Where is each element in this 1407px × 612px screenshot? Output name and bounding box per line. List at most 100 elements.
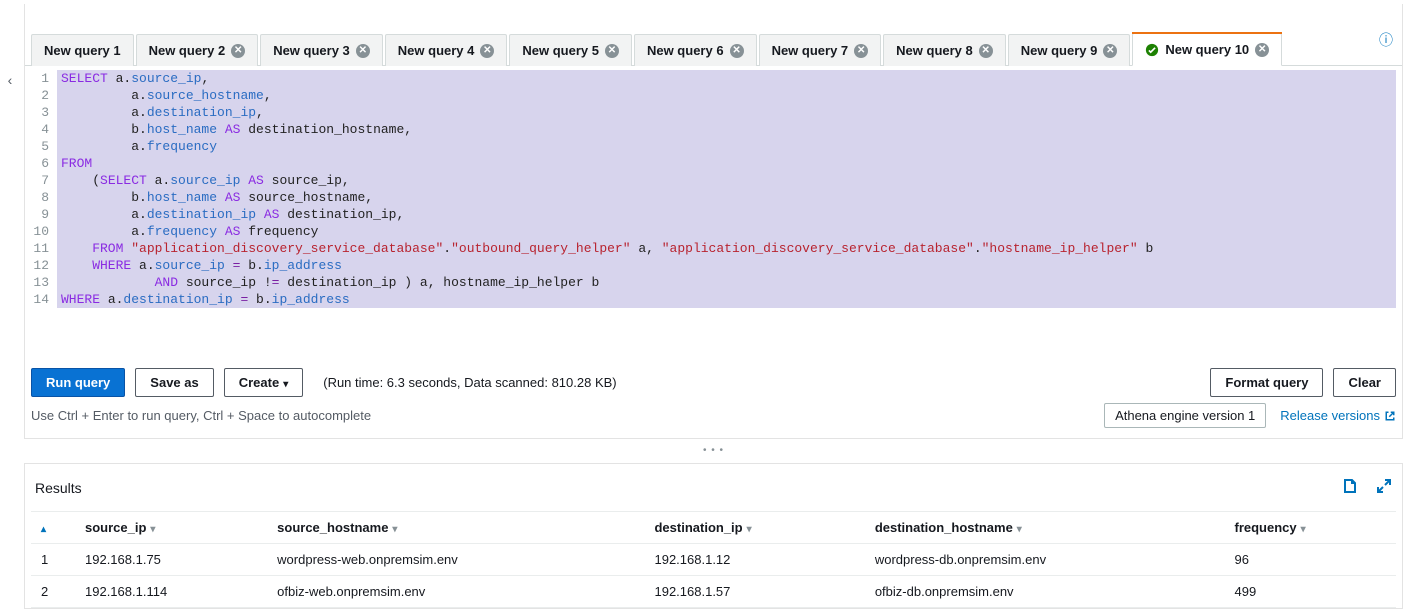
code-line: a.frequency xyxy=(61,138,1392,155)
column-label: destination_ip xyxy=(654,520,742,535)
code-line: WHERE a.source_ip = b.ip_address xyxy=(61,257,1392,274)
tab-5[interactable]: New query 5 ✕ xyxy=(509,34,632,66)
tab-1[interactable]: New query 1 xyxy=(31,34,134,66)
panel-splitter[interactable]: • • • xyxy=(24,445,1403,455)
sql-editor[interactable]: 1234567891011121314 SELECT a.source_ip, … xyxy=(25,66,1402,368)
sort-icon: ▾ xyxy=(1017,524,1022,535)
create-button[interactable]: Create▾ xyxy=(224,368,304,397)
line-number: 5 xyxy=(31,138,49,155)
column-label: source_ip xyxy=(85,520,146,535)
sort-ascending-icon: ▴ xyxy=(41,524,46,535)
code-line: FROM xyxy=(61,155,1392,172)
code-area[interactable]: SELECT a.source_ip, a.source_hostname, a… xyxy=(57,70,1396,308)
close-icon[interactable]: ✕ xyxy=(979,44,993,58)
download-icon[interactable] xyxy=(1342,478,1358,497)
cell-source_hostname: wordpress-web.onpremsim.env xyxy=(267,544,644,576)
code-line: (SELECT a.source_ip AS source_ip, xyxy=(61,172,1392,189)
tab-label: New query 8 xyxy=(896,43,973,58)
close-icon[interactable]: ✕ xyxy=(854,44,868,58)
table-row[interactable]: 2192.168.1.114ofbiz-web.onpremsim.env192… xyxy=(31,576,1396,608)
collapse-panel-icon[interactable]: ‹ xyxy=(8,72,13,88)
caret-down-icon: ▾ xyxy=(283,379,288,390)
format-query-button[interactable]: Format query xyxy=(1210,368,1323,397)
tab-label: New query 9 xyxy=(1021,43,1098,58)
line-number: 12 xyxy=(31,257,49,274)
close-icon[interactable]: ✕ xyxy=(356,44,370,58)
clear-button[interactable]: Clear xyxy=(1333,368,1396,397)
line-number: 11 xyxy=(31,240,49,257)
release-versions-link[interactable]: Release versions xyxy=(1280,408,1396,423)
engine-version-box[interactable]: Athena engine version 1 xyxy=(1104,403,1266,428)
tab-9[interactable]: New query 9 ✕ xyxy=(1008,34,1131,66)
success-icon xyxy=(1145,43,1159,57)
line-number: 7 xyxy=(31,172,49,189)
column-header[interactable]: destination_hostname ▾ xyxy=(865,512,1225,544)
actions-right: Format query Clear xyxy=(1210,368,1396,397)
results-header: Results xyxy=(31,478,1396,511)
close-icon[interactable]: ✕ xyxy=(605,44,619,58)
code-line: b.host_name AS destination_hostname, xyxy=(61,121,1392,138)
cell-frequency: 499 xyxy=(1225,576,1397,608)
actions-row: Run query Save as Create▾ (Run time: 6.3… xyxy=(25,368,1402,403)
column-header[interactable]: frequency▾ xyxy=(1225,512,1397,544)
info-icon[interactable]: ⓘ xyxy=(1379,30,1393,50)
cell-destination_ip: 192.168.1.12 xyxy=(644,544,864,576)
hint-row: Use Ctrl + Enter to run query, Ctrl + Sp… xyxy=(25,403,1402,438)
cell-frequency: 96 xyxy=(1225,544,1397,576)
tabs-bar: New query 1New query 2✕New query 3✕New q… xyxy=(25,4,1402,66)
left-rail: ‹ xyxy=(0,0,20,612)
column-header[interactable]: source_hostname ▾ xyxy=(267,512,644,544)
line-number: 13 xyxy=(31,274,49,291)
cell-source_ip: 192.168.1.114 xyxy=(75,576,267,608)
column-label: source_hostname xyxy=(277,520,388,535)
tab-label: New query 5 xyxy=(522,43,599,58)
hint-right: Athena engine version 1 Release versions xyxy=(1104,403,1396,428)
run-query-button[interactable]: Run query xyxy=(31,368,125,397)
code-line: b.host_name AS source_hostname, xyxy=(61,189,1392,206)
tab-8[interactable]: New query 8 ✕ xyxy=(883,34,1006,66)
tab-3[interactable]: New query 3 ✕ xyxy=(260,34,383,66)
main-area: ⓘ New query 1New query 2✕New query 3✕New… xyxy=(20,0,1407,609)
line-number: 4 xyxy=(31,121,49,138)
close-icon[interactable]: ✕ xyxy=(1103,44,1117,58)
close-icon[interactable]: ✕ xyxy=(730,44,744,58)
keyboard-hint: Use Ctrl + Enter to run query, Ctrl + Sp… xyxy=(31,408,371,423)
tab-label: New query 7 xyxy=(772,43,849,58)
save-as-button[interactable]: Save as xyxy=(135,368,213,397)
column-label: destination_hostname xyxy=(875,520,1013,535)
column-header[interactable]: ▴ xyxy=(31,512,75,544)
column-header[interactable]: source_ip ▾ xyxy=(75,512,267,544)
sort-icon: ▾ xyxy=(150,524,155,535)
tab-label: New query 3 xyxy=(273,43,350,58)
line-gutter: 1234567891011121314 xyxy=(31,70,57,308)
query-panel: ⓘ New query 1New query 2✕New query 3✕New… xyxy=(24,4,1403,439)
tab-label: New query 6 xyxy=(647,43,724,58)
run-info-text: (Run time: 6.3 seconds, Data scanned: 81… xyxy=(323,375,616,390)
line-number: 2 xyxy=(31,87,49,104)
tab-label: New query 2 xyxy=(149,43,226,58)
tab-7[interactable]: New query 7 ✕ xyxy=(759,34,882,66)
sort-icon: ▾ xyxy=(1301,524,1306,535)
table-row[interactable]: 1192.168.1.75wordpress-web.onpremsim.env… xyxy=(31,544,1396,576)
tab-4[interactable]: New query 4✕ xyxy=(385,34,508,66)
close-icon[interactable]: ✕ xyxy=(231,44,245,58)
results-body: 1192.168.1.75wordpress-web.onpremsim.env… xyxy=(31,544,1396,608)
tab-10[interactable]: New query 10✕ xyxy=(1132,33,1282,66)
code-line: FROM "application_discovery_service_data… xyxy=(61,240,1392,257)
cell-source_hostname: ofbiz-web.onpremsim.env xyxy=(267,576,644,608)
tab-2[interactable]: New query 2 ✕ xyxy=(136,34,259,66)
results-actions xyxy=(1342,478,1392,497)
close-icon[interactable]: ✕ xyxy=(480,44,494,58)
close-icon[interactable]: ✕ xyxy=(1255,43,1269,57)
tab-label: New query 1 xyxy=(44,43,121,58)
expand-icon[interactable] xyxy=(1376,478,1392,497)
line-number: 3 xyxy=(31,104,49,121)
tab-6[interactable]: New query 6 ✕ xyxy=(634,34,757,66)
line-number: 8 xyxy=(31,189,49,206)
code-line: AND source_ip != destination_ip ) a, hos… xyxy=(61,274,1392,291)
code-line: WHERE a.destination_ip = b.ip_address xyxy=(61,291,1392,308)
column-header[interactable]: destination_ip▾ xyxy=(644,512,864,544)
results-title: Results xyxy=(35,480,82,496)
sort-icon: ▾ xyxy=(392,524,397,535)
cell-destination_ip: 192.168.1.57 xyxy=(644,576,864,608)
